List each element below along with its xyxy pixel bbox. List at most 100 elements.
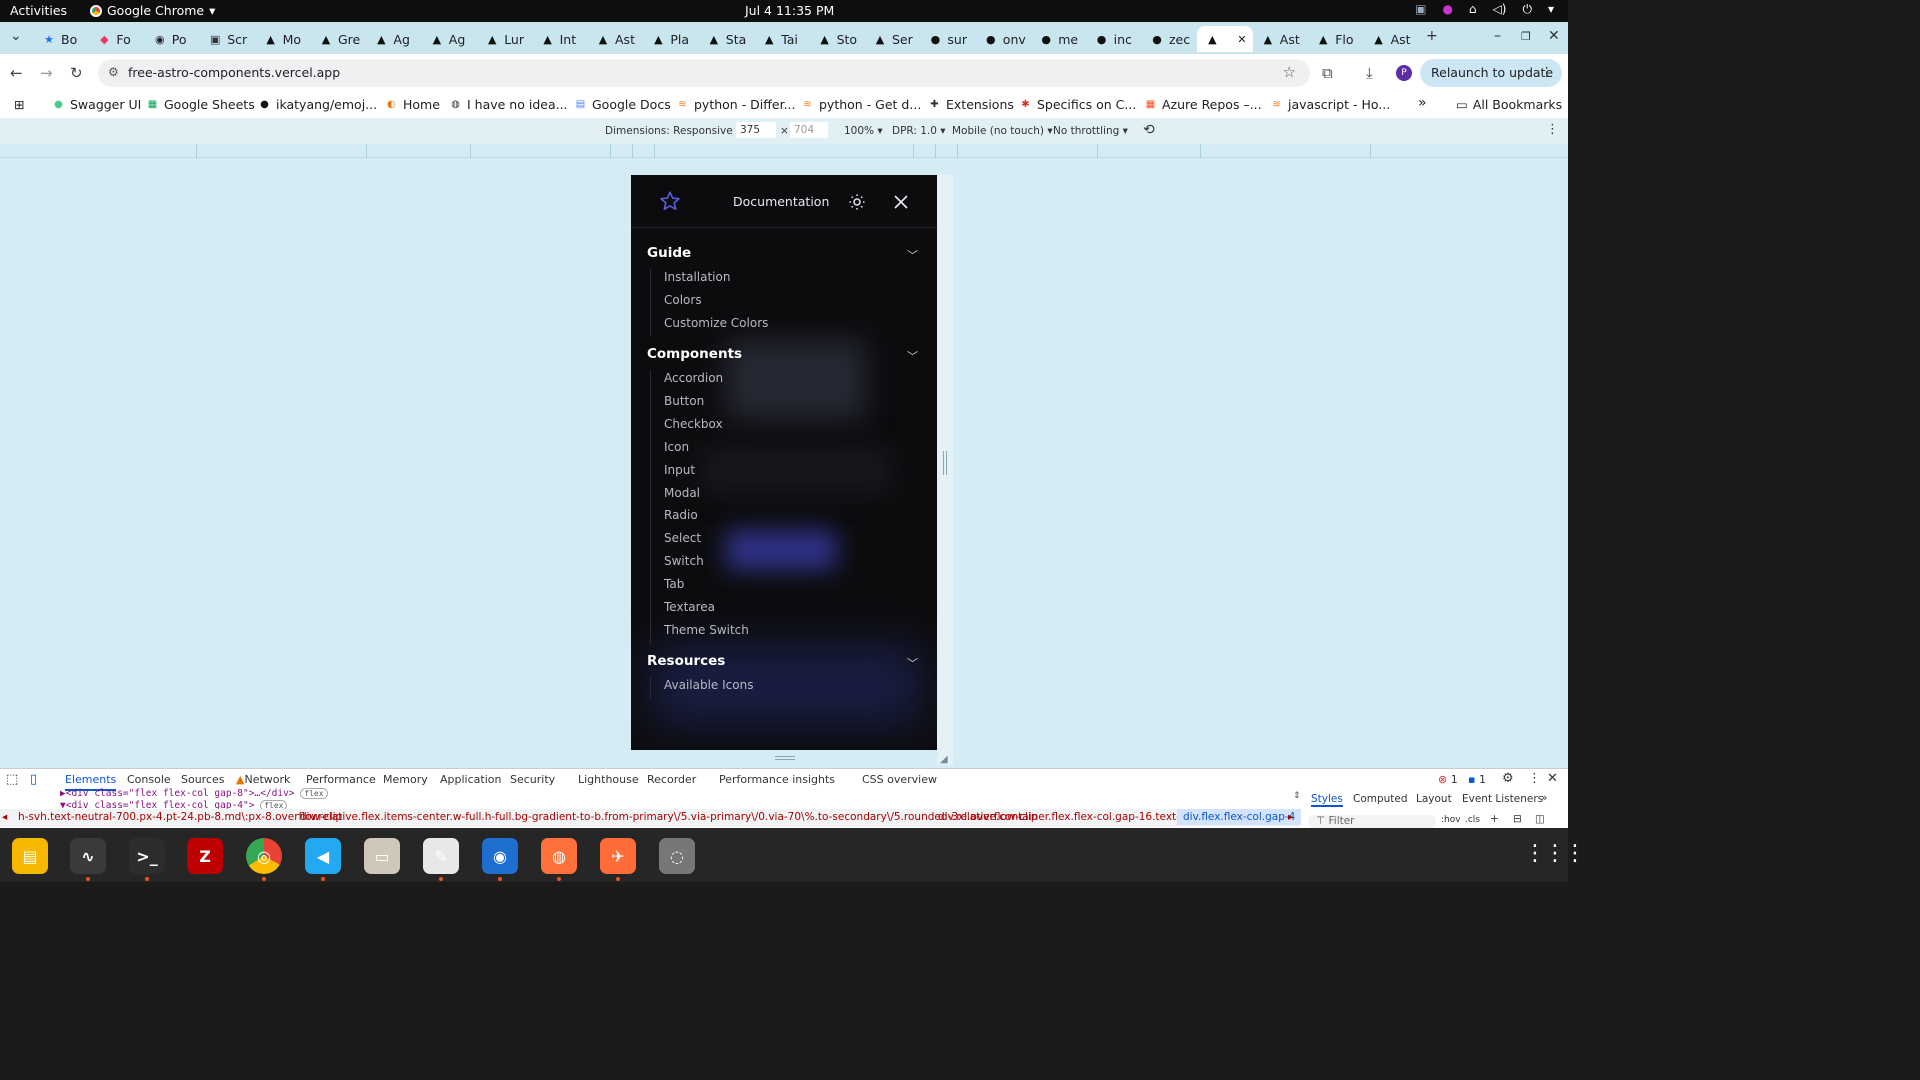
clock[interactable]: Jul 4 11:35 PM [745,3,834,18]
bookmark-item[interactable]: ≋ javascript - Ho... [1270,97,1390,112]
browser-tab[interactable]: ▲ Sta [699,26,749,52]
tab-css-overview[interactable]: CSS overview [862,773,937,786]
vscode-icon[interactable]: ◀ [305,838,341,874]
section-title-components[interactable]: Components [647,346,742,362]
files-icon[interactable]: ▭ [364,838,400,874]
browser-tab[interactable]: ▲ Ser [865,26,915,52]
volume-icon[interactable]: ◁) [1493,2,1507,17]
input-method-icon[interactable]: ▣ [1415,2,1426,17]
bookmark-item[interactable]: ✱ Specifics on C... [1019,97,1136,112]
browser-tab[interactable]: ▲ Ast [588,26,638,52]
nav-item-button[interactable]: Button [664,394,704,408]
restore-icon[interactable]: ❐ [1521,30,1531,43]
tab-network[interactable]: ▲Network [236,773,290,786]
chevron-down-icon[interactable]: ﹀ [907,655,918,671]
browser-tab[interactable]: ▣ Scr [200,26,250,52]
breadcrumb-forward-icon[interactable]: ▸ [1288,811,1293,823]
devtools-more-icon[interactable]: ⋮ [1528,771,1541,786]
color-picker-icon[interactable]: ● [1442,2,1452,17]
forward-icon[interactable]: → [40,64,53,82]
address-bar[interactable]: ⚙ free-astro-components.vercel.app ☆ [98,59,1310,87]
device-toggle-icon[interactable]: ▯ [30,772,37,787]
caret-down-icon[interactable]: ▾ [1548,2,1554,17]
postman-icon[interactable]: ✈ [600,838,636,874]
bookmark-item[interactable]: ◍ I have no idea... [449,97,567,112]
browser-tab[interactable]: ▲ Mo [256,26,306,52]
terminal-icon[interactable]: >_ [129,838,165,874]
browser-tab[interactable]: ● inc [1087,26,1137,52]
browser-tab[interactable]: ▲ Ag [366,26,416,52]
system-monitor-icon[interactable]: ∿ [70,838,106,874]
device-type-select[interactable]: Mobile (no touch) ▾ [952,125,1053,137]
dpr-select[interactable]: DPR: 1.0 ▾ [892,125,946,137]
reload-icon[interactable]: ↻ [70,64,83,82]
width-resize-handle[interactable] [943,451,947,475]
tab-styles[interactable]: Styles [1311,793,1343,807]
devtools-close-icon[interactable]: ✕ [1547,771,1558,786]
zoom-select[interactable]: 100% ▾ [844,125,883,137]
app-menu[interactable]: Google Chrome ▾ [90,3,215,18]
device-more-icon[interactable]: ⋮ [1546,122,1559,137]
window-close-icon[interactable]: ✕ [1548,28,1560,44]
inspect-element-icon[interactable]: ⬚ [6,772,18,787]
nav-item-theme-switch[interactable]: Theme Switch [664,623,749,637]
nav-item-customize-colors[interactable]: Customize Colors [664,316,768,330]
theme-switch-sun-icon[interactable] [848,193,866,214]
more-menu-icon[interactable]: ⋮ [1541,64,1554,79]
styles-filter-input[interactable]: ⊤ Filter [1308,815,1436,828]
nav-item-radio[interactable]: Radio [664,508,698,522]
tab-console[interactable]: Console [127,773,171,786]
tab-performance[interactable]: Performance [306,773,376,786]
breadcrumb-item[interactable]: div.relative.flex.items-center.w-full.h-… [300,811,1038,823]
browser-tab[interactable]: ● me [1031,26,1081,52]
browser-tab[interactable]: ▲ Ag [422,26,472,52]
nav-item-input[interactable]: Input [664,463,695,477]
nav-item-select[interactable]: Select [664,531,701,545]
back-icon[interactable]: ← [10,64,23,82]
bookmark-item[interactable]: ≋ python - Get d... [801,97,921,112]
nav-item-textarea[interactable]: Textarea [664,600,715,614]
activities-button[interactable]: Activities [10,3,67,18]
tab-close-icon[interactable]: ✕ [1237,33,1246,46]
browser-tab[interactable]: ◉ Po [145,26,195,52]
browser-tab[interactable]: ● zec [1142,26,1192,52]
dom-node-line[interactable]: ▶<div class="flex flex-col gap-8">…</div… [60,788,328,799]
nav-item-accordion[interactable]: Accordion [664,371,723,385]
minimize-icon[interactable]: – [1494,28,1501,44]
error-counter[interactable]: ⊗ 1 [1438,773,1458,786]
tab-application[interactable]: Application [440,773,501,786]
breadcrumb-item[interactable]: h-svh.text-neutral-700.px-4.pt-24.pb-8.m… [18,811,342,823]
devtools-settings-icon[interactable]: ⚙ [1502,771,1514,786]
browser-tab[interactable]: ● sur [920,26,970,52]
bookmark-item[interactable]: ● ikatyang/emoj... [258,97,377,112]
nav-item-modal[interactable]: Modal [664,486,700,500]
more-bookmarks-icon[interactable]: » [1418,95,1427,111]
logo-star-icon[interactable] [659,190,681,215]
bookmark-item[interactable]: ✚ Extensions [928,97,1014,112]
text-editor-icon[interactable]: ✎ [423,838,459,874]
browser-tab[interactable]: ▲ Flo [1308,26,1358,52]
tab-performance-insights[interactable]: Performance insights [719,773,835,786]
media-query-ruler[interactable] [0,144,1568,158]
tab-event-listeners[interactable]: Event Listeners [1462,793,1543,805]
browser-tab[interactable]: ▲ Gre [311,26,361,52]
browser-tab[interactable]: ▲ Pla [643,26,693,52]
notes-app-icon[interactable]: ▤ [12,838,48,874]
more-tabs-icon[interactable]: » [1541,792,1547,804]
power-icon[interactable]: ⏻ [1522,2,1532,17]
scroll-arrows-icon[interactable]: ⇕ [1293,791,1301,801]
bookmark-item[interactable]: ▦ Google Sheets [146,97,255,112]
nav-item-available-icons[interactable]: Available Icons [664,678,753,692]
close-menu-icon[interactable] [892,193,910,214]
documentation-link[interactable]: Documentation [733,194,829,209]
nav-item-tab[interactable]: Tab [664,577,684,591]
bookmark-item[interactable]: ▤ Google Docs [574,97,671,112]
browser-tab[interactable]: ▲ Tai [754,26,804,52]
tab-computed[interactable]: Computed [1353,793,1408,805]
profile-avatar[interactable]: P [1396,65,1412,81]
cls-toggle[interactable]: .cls [1465,815,1480,825]
bookmark-item[interactable]: ▦ Azure Repos –... [1144,97,1262,112]
height-input[interactable]: 704 [790,122,828,138]
firefox-icon[interactable]: ◍ [541,838,577,874]
show-apps-grid-icon[interactable]: ⋮⋮⋮ [1524,841,1586,866]
